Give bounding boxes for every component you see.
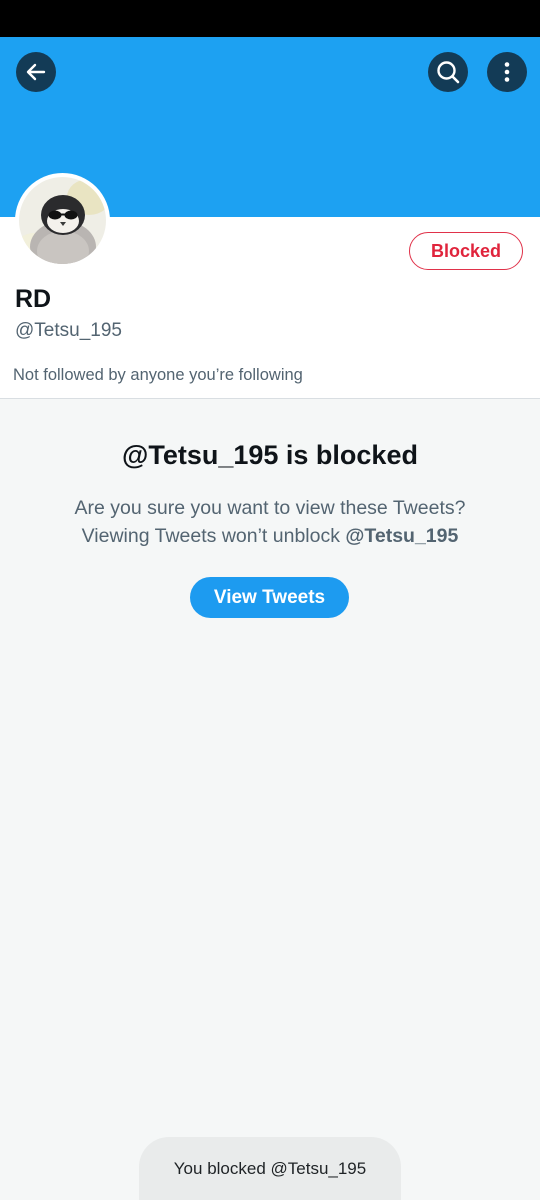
profile-handle: @Tetsu_195 bbox=[15, 320, 122, 341]
back-button[interactable] bbox=[16, 52, 56, 92]
blocked-notice-line-2-prefix: Viewing Tweets won’t unblock bbox=[81, 525, 346, 547]
blocked-notice-line-2: Viewing Tweets won’t unblock @Tetsu_195 bbox=[30, 522, 510, 550]
status-bar bbox=[0, 0, 540, 37]
followed-by-note: Not followed by anyone you’re following bbox=[13, 366, 303, 384]
avatar[interactable] bbox=[15, 173, 110, 268]
more-options-button[interactable] bbox=[487, 52, 527, 92]
avatar-image bbox=[19, 177, 106, 264]
search-button[interactable] bbox=[428, 52, 468, 92]
view-tweets-button[interactable]: View Tweets bbox=[190, 577, 349, 618]
toast-message: You blocked @Tetsu_195 bbox=[139, 1137, 401, 1200]
blocked-button[interactable]: Blocked bbox=[409, 232, 523, 270]
more-vertical-icon bbox=[504, 62, 510, 82]
penguin-avatar-picture bbox=[19, 177, 106, 264]
blocked-notice-description: Are you sure you want to view these Twee… bbox=[30, 494, 510, 550]
profile-display-name: RD bbox=[15, 285, 52, 313]
blocked-notice-line-1: Are you sure you want to view these Twee… bbox=[74, 497, 466, 519]
arrow-left-icon bbox=[26, 63, 46, 81]
search-icon bbox=[437, 61, 460, 84]
blocked-notice-handle: @Tetsu_195 bbox=[345, 525, 459, 547]
blocked-notice-title: @Tetsu_195 is blocked bbox=[122, 440, 418, 470]
